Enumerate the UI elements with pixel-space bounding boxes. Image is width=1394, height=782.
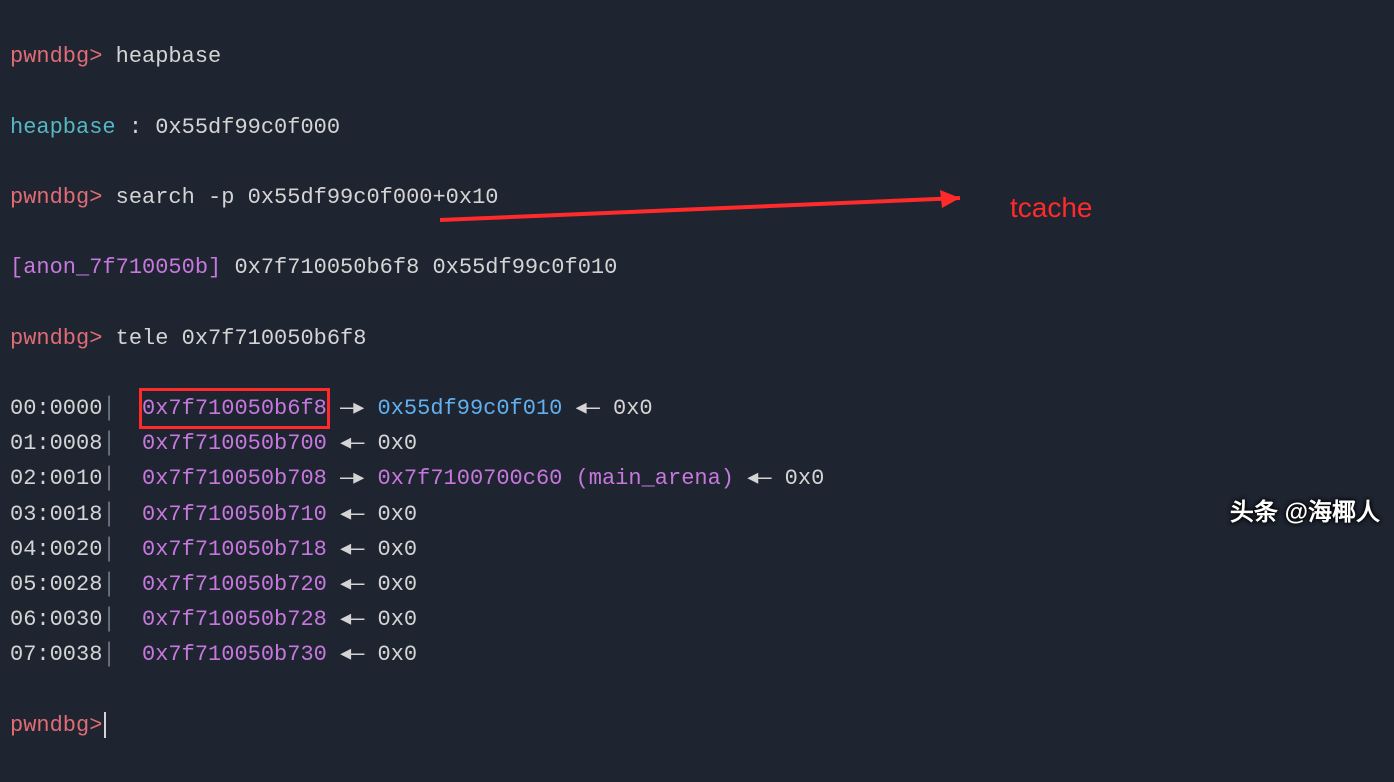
tele-value: 0x0: [378, 642, 418, 667]
tele-row: 01:0008│ 0x7f710050b700 ◂— 0x0: [10, 426, 1384, 461]
tele-row: 03:0018│ 0x7f710050b710 ◂— 0x0: [10, 497, 1384, 532]
tele-index: 07:0038: [10, 642, 102, 667]
anon-value: 0x55df99c0f010: [432, 255, 617, 280]
tele-value: 0x7f7100700c60: [378, 466, 563, 491]
separator: │: [102, 642, 142, 667]
tele-value: 0x0: [613, 396, 653, 421]
tele-address: 0x7f710050b700: [142, 431, 327, 456]
pointer-arrow: ◂—: [327, 572, 378, 597]
prompt: pwndbg>: [10, 44, 102, 69]
tele-value: 0x55df99c0f010: [378, 396, 563, 421]
tele-row: 00:0000│ 0x7f710050b6f8 —▸ 0x55df99c0f01…: [10, 391, 1384, 426]
tele-row: 02:0010│ 0x7f710050b708 —▸ 0x7f7100700c6…: [10, 461, 1384, 496]
command-text: tele 0x7f710050b6f8: [116, 326, 367, 351]
heapbase-value: 0x55df99c0f000: [155, 115, 340, 140]
separator: │: [102, 572, 142, 597]
tele-value: 0x0: [378, 431, 418, 456]
tele-index: 05:0028: [10, 572, 102, 597]
tele-index: 04:0020: [10, 537, 102, 562]
pointer-arrow: —▸: [327, 396, 378, 421]
command-line-4[interactable]: pwndbg>: [10, 708, 1384, 743]
search-output: [anon_7f710050b] 0x7f710050b6f8 0x55df99…: [10, 250, 1384, 285]
separator: │: [102, 502, 142, 527]
pointer-arrow: ◂—: [327, 431, 378, 456]
tele-address: 0x7f710050b708: [142, 466, 327, 491]
separator: │: [102, 537, 142, 562]
pointer-arrow: ◂—: [327, 537, 378, 562]
heapbase-output: heapbase : 0x55df99c0f000: [10, 110, 1384, 145]
watermark: 头条 @海椰人: [1230, 494, 1380, 532]
tele-index: 02:0010: [10, 466, 102, 491]
prompt: pwndbg>: [10, 713, 102, 738]
tele-index: 01:0008: [10, 431, 102, 456]
tele-index: 03:0018: [10, 502, 102, 527]
tele-row: 07:0038│ 0x7f710050b730 ◂— 0x0: [10, 637, 1384, 672]
tele-row: 05:0028│ 0x7f710050b720 ◂— 0x0: [10, 567, 1384, 602]
tele-row: 06:0030│ 0x7f710050b728 ◂— 0x0: [10, 602, 1384, 637]
tele-address: 0x7f710050b6f8: [142, 396, 327, 421]
heapbase-label: heapbase: [10, 115, 116, 140]
tele-row: 04:0020│ 0x7f710050b718 ◂— 0x0: [10, 532, 1384, 567]
pointer-arrow: ◂—: [327, 642, 378, 667]
tele-address: 0x7f710050b728: [142, 607, 327, 632]
anon-address: 0x7f710050b6f8: [234, 255, 419, 280]
separator: │: [102, 396, 142, 421]
annotation-label: tcache: [1010, 186, 1093, 231]
tele-address: 0x7f710050b730: [142, 642, 327, 667]
pointer-arrow: ◂—: [562, 396, 613, 421]
command-text: heapbase: [116, 44, 222, 69]
command-line-3: pwndbg> tele 0x7f710050b6f8: [10, 321, 1384, 356]
command-line-1: pwndbg> heapbase: [10, 39, 1384, 74]
symbol-note: (main_arena): [562, 466, 734, 491]
cursor: [104, 712, 106, 738]
separator: │: [102, 431, 142, 456]
tele-address: 0x7f710050b710: [142, 502, 327, 527]
command-text: search -p 0x55df99c0f000+0x10: [116, 185, 499, 210]
tele-value: 0x0: [378, 607, 418, 632]
tele-value: 0x0: [785, 466, 825, 491]
separator: │: [102, 607, 142, 632]
prompt: pwndbg>: [10, 326, 102, 351]
prompt: pwndbg>: [10, 185, 102, 210]
pointer-arrow: ◂—: [327, 607, 378, 632]
tele-value: 0x0: [378, 572, 418, 597]
tele-address: 0x7f710050b720: [142, 572, 327, 597]
pointer-arrow: ◂—: [734, 466, 785, 491]
highlight-box: 0x7f710050b6f8: [139, 388, 330, 429]
terminal-output: pwndbg> heapbase heapbase : 0x55df99c0f0…: [0, 0, 1394, 782]
command-line-2: pwndbg> search -p 0x55df99c0f000+0x10: [10, 180, 1384, 215]
tele-index: 06:0030: [10, 607, 102, 632]
anon-region: [anon_7f710050b]: [10, 255, 221, 280]
tele-address: 0x7f710050b718: [142, 537, 327, 562]
tele-value: 0x0: [378, 537, 418, 562]
tele-value: 0x0: [378, 502, 418, 527]
separator: │: [102, 466, 142, 491]
tele-index: 00:0000: [10, 396, 102, 421]
pointer-arrow: —▸: [327, 466, 378, 491]
pointer-arrow: ◂—: [327, 502, 378, 527]
